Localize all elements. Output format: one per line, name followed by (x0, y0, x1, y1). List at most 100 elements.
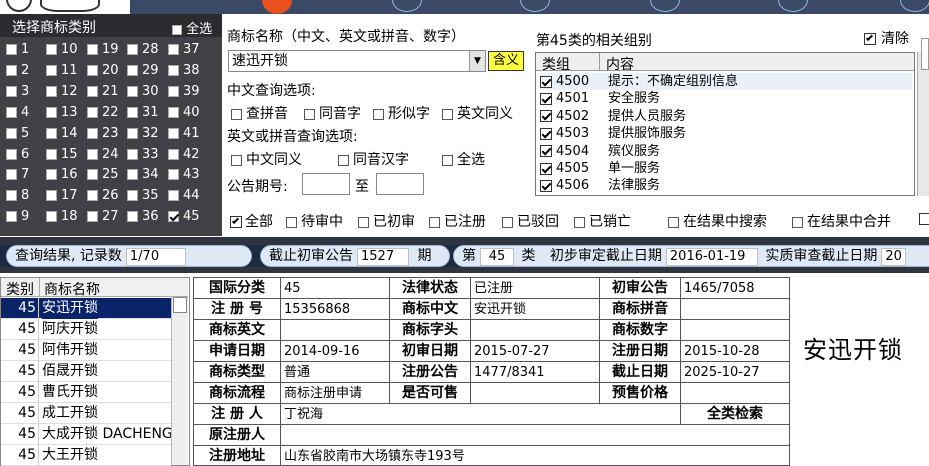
group-list-scrollbar[interactable] (917, 52, 929, 196)
checkbox[interactable] (87, 127, 98, 139)
checkbox[interactable] (127, 148, 138, 160)
full-search-button[interactable]: 全类检索 (681, 404, 790, 425)
checkbox[interactable] (502, 216, 513, 228)
class-checkbox-20[interactable]: 20 (87, 62, 119, 80)
class-checkbox-45[interactable]: 45 (168, 208, 200, 226)
checkbox[interactable] (6, 169, 17, 181)
en-option-select-all[interactable]: 全选 (442, 149, 485, 169)
class-checkbox-8[interactable]: 8 (6, 187, 29, 205)
checkbox[interactable] (168, 106, 179, 118)
group-row[interactable]: 4500 提示：不确定组别信息 (540, 73, 912, 90)
class-checkbox-16[interactable]: 16 (46, 166, 78, 184)
checkbox[interactable] (6, 106, 17, 118)
checkbox[interactable] (442, 108, 453, 120)
checkbox[interactable] (87, 85, 98, 97)
checkbox[interactable] (46, 44, 57, 55)
result-list-scrollbar[interactable] (171, 297, 188, 465)
checkbox[interactable] (127, 169, 138, 181)
class-checkbox-43[interactable]: 43 (168, 166, 200, 184)
meaning-button[interactable]: 含义 (488, 51, 524, 71)
checkbox[interactable] (46, 127, 57, 139)
class-checkbox-15[interactable]: 15 (46, 146, 78, 164)
checkbox[interactable] (358, 216, 369, 228)
checkbox[interactable] (168, 64, 179, 76)
group-row[interactable]: 4501 安全服务 (540, 90, 912, 107)
en-option-homophone-hanzi[interactable]: 同音汉字 (338, 149, 409, 169)
class-checkbox-3[interactable]: 3 (6, 83, 29, 101)
class-checkbox-40[interactable]: 40 (168, 104, 200, 122)
period-from-input[interactable] (302, 173, 350, 195)
group-checkbox[interactable] (540, 92, 552, 105)
group-list[interactable]: 类组 内容 4500 提示：不确定组别信息 4501 安全服务 4502 提供人员服务 45… (535, 52, 915, 196)
group-row[interactable]: 4502 提供人员服务 (540, 108, 912, 125)
class-checkbox-29[interactable]: 29 (127, 62, 159, 80)
checkbox[interactable] (46, 106, 57, 118)
filter-approved[interactable]: 已初审 (358, 211, 415, 231)
checkbox[interactable] (373, 108, 384, 120)
checkbox[interactable] (231, 154, 242, 166)
checkbox[interactable] (231, 108, 242, 120)
checkbox[interactable] (87, 211, 98, 223)
cn-option-english-syn[interactable]: 英文同义 (442, 103, 513, 123)
group-row[interactable]: 4506 法律服务 (540, 177, 912, 194)
class-checkbox-21[interactable]: 21 (87, 83, 119, 101)
checkbox[interactable] (792, 216, 803, 228)
select-all-checkbox[interactable] (172, 24, 182, 35)
checkbox[interactable] (168, 148, 179, 160)
checkbox[interactable] (87, 169, 98, 181)
checkbox[interactable] (168, 169, 179, 181)
class-checkbox-12[interactable]: 12 (46, 83, 78, 101)
list-item[interactable]: 45 大成开锁 DACHENG (1, 424, 173, 445)
checkbox[interactable] (168, 127, 179, 139)
checkbox[interactable] (6, 127, 17, 139)
list-item[interactable]: 45 成工开锁 (1, 403, 171, 424)
checkbox[interactable] (46, 211, 57, 223)
group-checkbox[interactable] (540, 162, 552, 175)
class-checkbox-34[interactable]: 34 (127, 166, 159, 184)
class-checkbox-35[interactable]: 35 (127, 187, 159, 205)
checkbox[interactable] (574, 216, 585, 228)
class-checkbox-27[interactable]: 27 (87, 208, 119, 226)
side-scroll-handle[interactable] (921, 38, 929, 70)
group-row[interactable]: 4504 殡仪服务 (540, 143, 912, 160)
group-checkbox[interactable] (540, 110, 552, 123)
select-all-classes[interactable]: 全选 (172, 18, 212, 37)
checkbox[interactable] (429, 216, 440, 228)
checkbox[interactable] (6, 85, 17, 97)
filter-rejected[interactable]: 已驳回 (502, 211, 559, 231)
class-checkbox-2[interactable]: 2 (6, 62, 29, 80)
list-item[interactable]: 45 安迅开锁 (1, 298, 171, 319)
list-item[interactable]: 45 阿庆开锁 (1, 319, 171, 340)
checkbox[interactable] (6, 64, 17, 76)
group-row[interactable]: 4503 提供服饰服务 (540, 125, 912, 142)
checkbox[interactable] (87, 148, 98, 160)
checkbox[interactable] (127, 85, 138, 97)
group-checkbox[interactable] (540, 127, 552, 140)
class-checkbox-25[interactable]: 25 (87, 166, 119, 184)
checkbox[interactable] (168, 211, 179, 223)
class-checkbox-1[interactable]: 1 (6, 41, 29, 59)
class-checkbox-36[interactable]: 36 (127, 208, 159, 226)
group-row[interactable]: 4505 单一服务 (540, 160, 912, 177)
class-checkbox-42[interactable]: 42 (168, 146, 200, 164)
class-checkbox-13[interactable]: 13 (46, 104, 78, 122)
checkbox[interactable] (127, 44, 138, 55)
dropdown-arrow-icon[interactable]: ▼ (469, 51, 485, 71)
filter-registered[interactable]: 已注册 (429, 211, 486, 231)
filter-pending[interactable]: 待审中 (286, 211, 343, 231)
class-checkbox-10[interactable]: 10 (46, 41, 78, 59)
period-to-input[interactable] (376, 173, 424, 195)
checkbox[interactable] (46, 190, 57, 202)
checkbox[interactable] (127, 190, 138, 202)
group-checkbox[interactable] (540, 75, 552, 88)
class-checkbox-4[interactable]: 4 (6, 104, 29, 122)
checkbox[interactable] (168, 44, 179, 55)
class-checkbox-28[interactable]: 28 (127, 41, 159, 59)
class-checkbox-7[interactable]: 7 (6, 166, 29, 184)
class-checkbox-22[interactable]: 22 (87, 104, 119, 122)
class-checkbox-9[interactable]: 9 (6, 208, 29, 226)
checkbox[interactable] (442, 154, 453, 166)
checkbox[interactable] (338, 154, 349, 166)
checkbox[interactable] (127, 211, 138, 223)
checkbox[interactable] (6, 190, 17, 202)
